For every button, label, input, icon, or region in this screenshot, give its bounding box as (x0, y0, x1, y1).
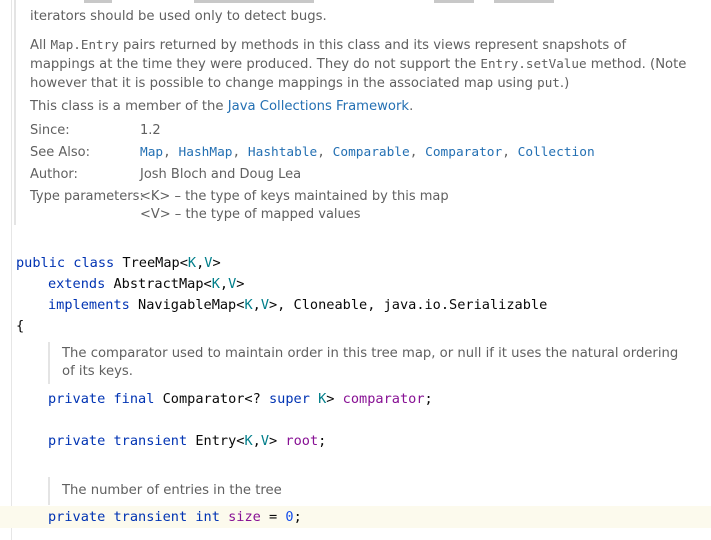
code-put: put (537, 75, 560, 90)
link-hashtable[interactable]: Hashtable (248, 145, 317, 160)
size-field-line[interactable]: private transient int size = 0; (48, 507, 302, 527)
link-java-collections-framework[interactable]: Java Collections Framework (228, 99, 409, 114)
link-collection[interactable]: Collection (518, 145, 595, 160)
type-param-k: <K> – the type of keys maintained by thi… (140, 189, 449, 204)
see-also-links: Map, HashMap, Hashtable, Comparable, Com… (140, 145, 595, 160)
code-map-entry: Map.Entry (50, 37, 119, 52)
type-parameters-label: Type parameters: (30, 189, 144, 204)
root-field-line[interactable]: private transient Entry<K,V> root; (48, 431, 326, 451)
comparator-field-line[interactable]: private final Comparator<? super K> comp… (48, 389, 433, 409)
size-doc-comment: The number of entries in the tree (48, 477, 688, 505)
comparator-doc-comment: The comparator used to maintain order in… (48, 342, 688, 384)
top-scroll-strip (84, 0, 624, 3)
class-declaration-line[interactable]: public class TreeMap<K,V> (16, 253, 221, 273)
link-comparable[interactable]: Comparable (333, 145, 410, 160)
size-doc-text: The number of entries in the tree (62, 483, 282, 498)
link-comparator[interactable]: Comparator (425, 145, 502, 160)
extends-line[interactable]: extends AbstractMap<K,V> (48, 274, 244, 294)
javadoc-line-0: iterators should be used only to detect … (30, 9, 327, 24)
author-value: Josh Bloch and Doug Lea (140, 167, 302, 182)
comparator-doc-text: The comparator used to maintain order in… (62, 346, 679, 379)
code-entry-setvalue: Entry.setValue (480, 56, 587, 71)
editor-gutter-line (11, 0, 12, 540)
javadoc-bar (14, 0, 16, 225)
see-also-label: See Also: (30, 145, 90, 160)
implements-line[interactable]: implements NavigableMap<K,V>, Cloneable,… (48, 295, 547, 315)
link-hashmap[interactable]: HashMap (179, 145, 233, 160)
link-map[interactable]: Map (140, 145, 163, 160)
javadoc-paragraph-entries: All Map.Entry pairs returned by methods … (30, 37, 687, 91)
author-label: Author: (30, 167, 78, 182)
opening-brace: { (16, 318, 25, 334)
since-label: Since: (30, 123, 70, 138)
javadoc-member-line: This class is a member of the Java Colle… (30, 99, 414, 114)
type-param-v: <V> – the type of mapped values (140, 207, 361, 222)
since-value: 1.2 (140, 123, 161, 138)
